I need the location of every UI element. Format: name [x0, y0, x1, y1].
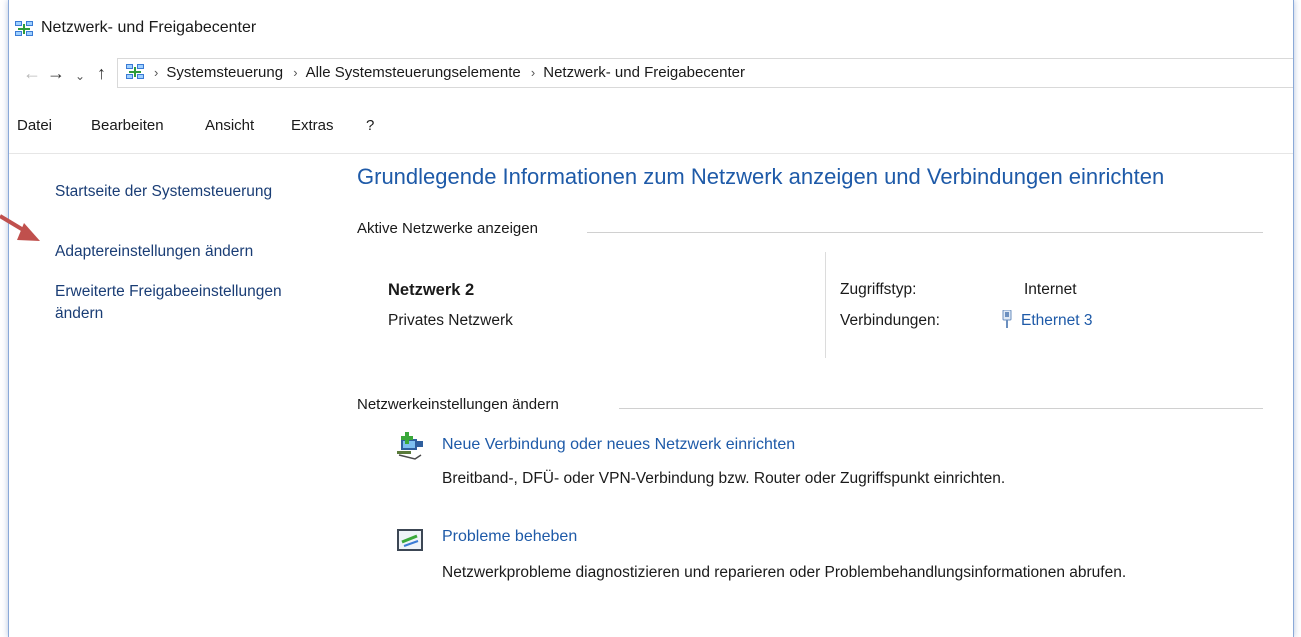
annotation-arrow-icon: [0, 214, 40, 241]
task-description: Netzwerkprobleme diagnostizieren und rep…: [442, 564, 1127, 581]
sidebar-link-advanced-sharing[interactable]: Erweiterte Freigabeeinstellungen ändern: [55, 281, 305, 325]
section-heading-change-settings: Netzwerkeinstellungen ändern: [357, 396, 559, 413]
network-center-icon: [126, 64, 144, 79]
network-center-icon: [15, 21, 33, 36]
troubleshoot-icon: [397, 529, 423, 551]
menu-edit[interactable]: Bearbeiten: [91, 117, 164, 134]
task-description: Breitband-, DFÜ- oder VPN-Verbindung bzw…: [442, 470, 1006, 487]
divider: [825, 252, 826, 358]
window-title: Netzwerk- und Freigabecenter: [41, 19, 257, 36]
sidebar: Startseite der Systemsteuerung Adapterei…: [9, 154, 339, 637]
address-bar[interactable]: › Systemsteuerung › Alle Systemsteuerungse…: [117, 58, 1293, 88]
title-bar: Netzwerk- und Freigabecenter: [9, 0, 1293, 58]
section-heading-active-networks: Aktive Netzwerke anzeigen: [357, 220, 538, 237]
ethernet-plug-icon: [1002, 310, 1012, 328]
connection-name[interactable]: Ethernet 3: [1021, 312, 1093, 329]
chevron-right-icon[interactable]: ›: [293, 65, 297, 80]
page-title: Grundlegende Informationen zum Netzwerk …: [357, 164, 1165, 189]
network-type: Privates Netzwerk: [388, 312, 513, 329]
forward-button[interactable]: →: [47, 62, 65, 84]
navigation-bar: ← → ⌄ ↑ › Systemsteuerung › Alle Systemste…: [9, 58, 1293, 90]
task-link-new-connection[interactable]: Neue Verbindung oder neues Netzwerk einr…: [442, 436, 795, 454]
window: Netzwerk- und Freigabecenter ← → ⌄ ↑ › Sy…: [8, 0, 1294, 637]
menu-bar: Datei Bearbeiten Ansicht Extras ?: [9, 117, 1293, 141]
access-type-label: Zugriffstyp:: [840, 281, 917, 298]
back-button[interactable]: ←: [23, 62, 41, 84]
breadcrumb-item[interactable]: Alle Systemsteuerungselemente: [306, 64, 521, 81]
new-connection-icon: [397, 432, 423, 460]
divider: [587, 232, 1263, 233]
connections-label: Verbindungen:: [840, 312, 940, 329]
sidebar-link-control-panel-home[interactable]: Startseite der Systemsteuerung: [55, 181, 272, 203]
up-button[interactable]: ↑: [97, 62, 106, 84]
chevron-right-icon[interactable]: ›: [531, 65, 535, 80]
main-content: Grundlegende Informationen zum Netzwerk …: [357, 154, 1293, 637]
menu-help[interactable]: ?: [366, 117, 374, 134]
menu-view[interactable]: Ansicht: [205, 117, 254, 134]
menu-file[interactable]: Datei: [17, 117, 52, 134]
divider: [619, 408, 1263, 409]
menu-tools[interactable]: Extras: [291, 117, 334, 134]
breadcrumb-item[interactable]: Systemsteuerung: [166, 64, 283, 81]
access-type-value: Internet: [1024, 281, 1077, 298]
task-link-troubleshoot[interactable]: Probleme beheben: [442, 528, 577, 546]
chevron-right-icon[interactable]: ›: [154, 65, 158, 80]
breadcrumb-item[interactable]: Netzwerk- und Freigabecenter: [543, 64, 745, 81]
breadcrumb: › Systemsteuerung › Alle Systemsteuerungse…: [148, 64, 745, 81]
recent-locations-button[interactable]: ⌄: [75, 65, 85, 87]
network-name: Netzwerk 2: [388, 281, 475, 299]
sidebar-link-adapter-settings[interactable]: Adaptereinstellungen ändern: [55, 241, 253, 263]
connection-link[interactable]: Ethernet 3: [1002, 310, 1093, 330]
